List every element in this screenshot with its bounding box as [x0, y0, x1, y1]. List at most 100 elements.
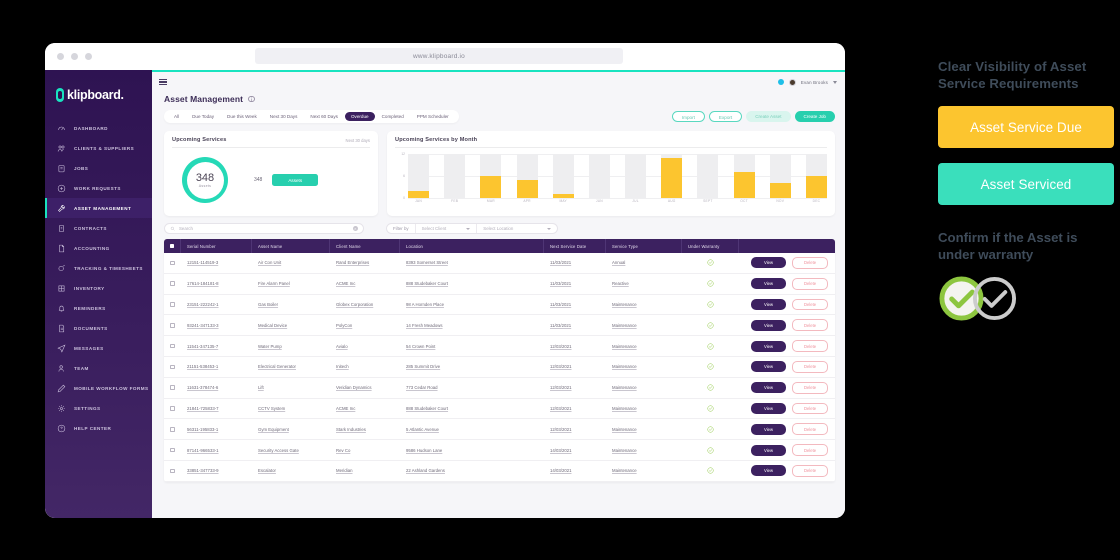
delete-button[interactable]: Delete	[792, 402, 829, 415]
cell-asset-name[interactable]: Escalator	[252, 461, 330, 481]
delete-button[interactable]: Delete	[792, 423, 829, 436]
cell-location[interactable]: 888 Studebaker Court	[400, 274, 544, 294]
delete-button[interactable]: Delete	[792, 277, 829, 290]
row-checkbox[interactable]	[170, 322, 175, 328]
cell-asset-name[interactable]: Security Access Gate	[252, 440, 330, 460]
create-asset-button[interactable]: Create Asset	[746, 111, 791, 122]
cell-service-type[interactable]: Maintenance	[606, 295, 682, 315]
cell-serial-number[interactable]: 17614-184181-8	[181, 274, 252, 294]
close-dot-icon[interactable]	[57, 53, 64, 60]
row-checkbox[interactable]	[170, 426, 175, 432]
column-header-under-warranty[interactable]: Under Warranty	[682, 239, 739, 253]
import-button[interactable]: Import	[671, 111, 705, 122]
row-checkbox[interactable]	[170, 281, 175, 286]
view-button[interactable]: View	[751, 361, 787, 373]
row-checkbox[interactable]	[170, 468, 175, 474]
cell-asset-name[interactable]: Electrical Generator	[252, 357, 330, 377]
sidebar-item-team[interactable]: TEAM	[45, 358, 152, 378]
cell-client-name[interactable]: Globex Corporation	[330, 295, 400, 315]
tab-due-today[interactable]: Due Today	[186, 112, 220, 122]
tab-completed[interactable]: Completed	[376, 112, 410, 122]
row-select-cell[interactable]	[164, 357, 181, 377]
cell-serial-number[interactable]: 93241-347133-3	[181, 315, 252, 335]
cell-serial-number[interactable]: 23151-222242-1	[181, 295, 252, 315]
row-select-cell[interactable]	[164, 274, 181, 294]
sidebar-item-contracts[interactable]: CONTRACTS	[45, 218, 152, 238]
sidebar-item-work-requests[interactable]: WORK REQUESTS	[45, 178, 152, 198]
cell-serial-number[interactable]: 21151-538453-1	[181, 357, 252, 377]
cell-asset-name[interactable]: Lift	[252, 378, 330, 398]
cell-location[interactable]: 285 Summit Drive	[400, 357, 544, 377]
cell-asset-name[interactable]: Gas Boiler	[252, 295, 330, 315]
cell-asset-name[interactable]: Air Con Unit	[252, 253, 330, 273]
tab-ppm-scheduler[interactable]: PPM Scheduler	[411, 112, 455, 122]
view-button[interactable]: View	[751, 382, 787, 394]
tab-next-30-days[interactable]: Next 30 Days	[264, 112, 304, 122]
sidebar-item-dashboard[interactable]: DASHBOARD	[45, 118, 152, 138]
sidebar-item-documents[interactable]: DOCUMENTS	[45, 318, 152, 338]
view-button[interactable]: View	[751, 465, 787, 477]
cell-location[interactable]: 9586 Hudson Lane	[400, 440, 544, 460]
column-header-service-type[interactable]: Service Type	[606, 239, 682, 253]
cell-asset-name[interactable]: Water Pump	[252, 336, 330, 356]
cell-client-name[interactable]: Initech	[330, 357, 400, 377]
cell-client-name[interactable]: ACME Inc	[330, 274, 400, 294]
view-button[interactable]: View	[751, 402, 787, 414]
select-all-header[interactable]	[164, 239, 181, 253]
cell-next-service-date[interactable]: 12/03/2021	[544, 419, 606, 439]
row-select-cell[interactable]	[164, 440, 181, 460]
tab-next-60-days[interactable]: Next 60 Days	[304, 112, 344, 122]
row-select-cell[interactable]	[164, 419, 181, 439]
table-row[interactable]: 33851-347733-9 Escalator Meridian 22 Ashlan…	[164, 461, 835, 482]
row-checkbox[interactable]	[170, 364, 175, 370]
cell-service-type[interactable]: Maintenance	[606, 440, 682, 460]
delete-button[interactable]: Delete	[792, 298, 829, 311]
tab-overdue[interactable]: Overdue	[344, 111, 375, 122]
cell-serial-number[interactable]: 21841-725833-7	[181, 399, 252, 419]
cell-service-type[interactable]: Maintenance	[606, 399, 682, 419]
sidebar-item-accounting[interactable]: ACCOUNTING	[45, 238, 152, 258]
row-checkbox[interactable]	[170, 406, 175, 411]
sidebar-item-reminders[interactable]: REMINDERS	[45, 298, 152, 318]
app-logo[interactable]: klipboard.	[45, 80, 152, 118]
view-button[interactable]: View	[751, 319, 787, 331]
select-location-dropdown[interactable]: Select Location	[476, 224, 557, 233]
column-header-next-service-date[interactable]: Next Service Date	[544, 239, 606, 253]
notification-dot-icon[interactable]	[777, 79, 784, 85]
column-header-location[interactable]: Location	[400, 239, 544, 253]
cell-serial-number[interactable]: 87141-966533-1	[181, 440, 252, 460]
table-row[interactable]: 11541-347135-7 Water Pump Avialo 54 Crown P…	[164, 336, 835, 357]
sidebar-item-help-center[interactable]: HELP CENTER	[45, 418, 152, 438]
cell-service-type[interactable]: Maintenance	[606, 315, 682, 335]
row-checkbox[interactable]	[170, 302, 175, 307]
row-checkbox[interactable]	[170, 447, 175, 453]
tab-due-this-week[interactable]: Due this Week	[221, 112, 263, 122]
table-row[interactable]: 21841-725833-7 CCTV System ACME Inc 888 Stu…	[164, 399, 835, 420]
cell-next-service-date[interactable]: 12/03/2021	[544, 336, 606, 356]
cell-location[interactable]: 98 A Hornden Place	[400, 295, 544, 315]
cell-client-name[interactable]: ACME Inc	[330, 399, 400, 419]
delete-button[interactable]: Delete	[792, 257, 829, 269]
view-button[interactable]: View	[751, 257, 787, 269]
cell-serial-number[interactable]: 11631-378474-6	[181, 378, 252, 398]
cell-asset-name[interactable]: Gym Equipment	[252, 419, 330, 439]
view-button[interactable]: View	[751, 423, 787, 435]
table-row[interactable]: 11631-378474-6 Lift Veridian Dynamics 773 C…	[164, 378, 835, 399]
cell-location[interactable]: 8393 Somerset Street	[400, 253, 544, 273]
cell-next-service-date[interactable]: 11/03/2021	[544, 253, 606, 273]
cell-service-type[interactable]: Annual	[606, 253, 682, 273]
search-input[interactable]: Search ×	[164, 223, 364, 234]
sidebar-item-settings[interactable]: SETTINGS	[45, 398, 152, 418]
cell-next-service-date[interactable]: 11/03/2021	[544, 274, 606, 294]
sidebar-item-mobile-workflow-forms[interactable]: MOBILE WORKFLOW FORMS	[45, 378, 152, 398]
row-select-cell[interactable]	[164, 461, 181, 481]
delete-button[interactable]: Delete	[792, 464, 829, 477]
cell-client-name[interactable]: PolyCon	[330, 315, 400, 335]
cell-next-service-date[interactable]: 14/03/2021	[544, 461, 606, 481]
table-row[interactable]: 21151-538453-1 Electrical Generator Initec…	[164, 357, 835, 378]
row-select-cell[interactable]	[164, 315, 181, 335]
table-row[interactable]: 87141-966533-1 Security Access Gate Rev Co…	[164, 440, 835, 461]
cell-next-service-date[interactable]: 12/03/2021	[544, 378, 606, 398]
select-client-dropdown[interactable]: Select Client	[414, 224, 477, 233]
cell-next-service-date[interactable]: 12/03/2021	[544, 357, 606, 377]
